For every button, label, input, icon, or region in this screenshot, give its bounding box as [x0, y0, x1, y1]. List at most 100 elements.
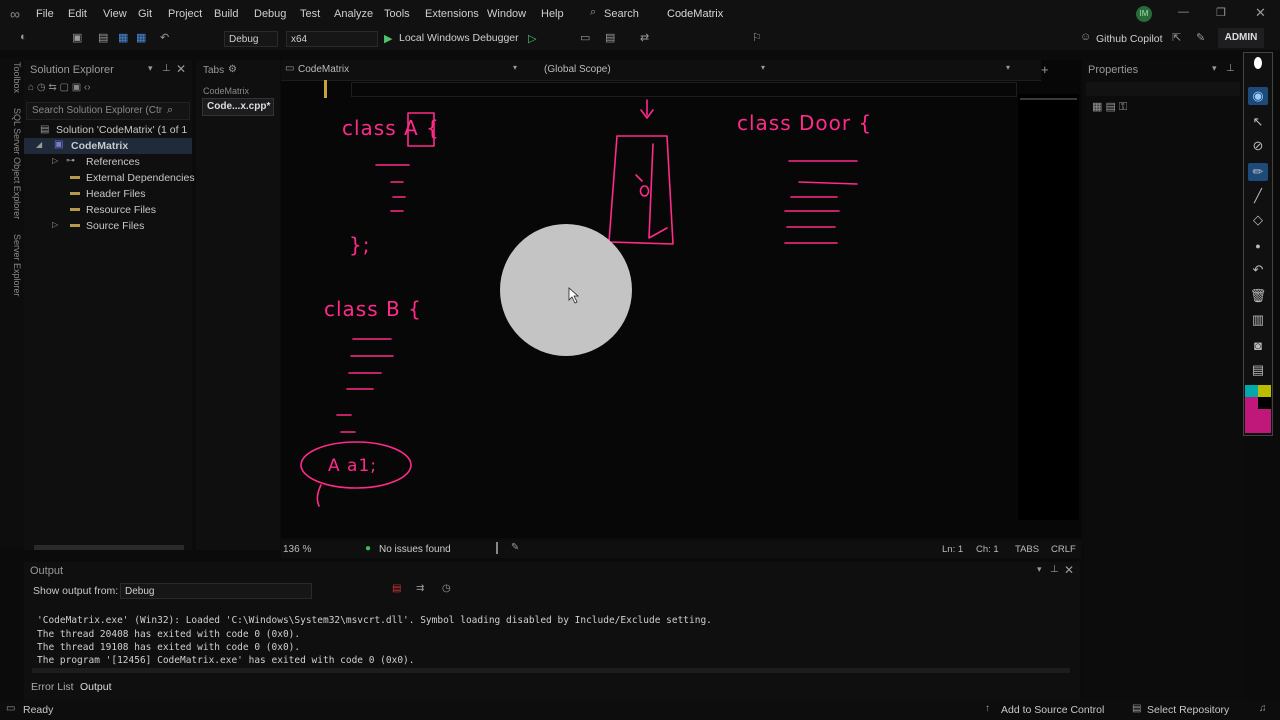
restore-icon[interactable]: ❐ — [1216, 6, 1226, 19]
toolbar-icon[interactable]: ⇄ — [640, 31, 649, 44]
share-icon[interactable]: ⇱ — [1172, 31, 1181, 44]
solution-search-box[interactable]: Search Solution Explorer (Ctr ⌕ — [26, 102, 190, 120]
dropdown-icon[interactable]: ▾ — [1212, 63, 1217, 74]
tree-item-resource-files[interactable]: Resource Files — [86, 204, 156, 216]
run-icon[interactable]: ▶ — [384, 32, 392, 45]
bell-icon[interactable]: ♫ — [1259, 703, 1267, 714]
feedback-icon[interactable]: ✎ — [1196, 31, 1205, 44]
toolbox-tab[interactable]: Toolbox — [2, 62, 22, 106]
copilot-button[interactable]: Github Copilot — [1096, 33, 1163, 45]
minimize-icon[interactable]: — — [1178, 6, 1189, 18]
start-without-debug-icon[interactable]: ▷ — [528, 32, 536, 45]
toolbar-icon[interactable]: ▤ — [605, 31, 615, 44]
run-button[interactable]: Local Windows Debugger — [399, 32, 519, 44]
camera-icon[interactable]: ◙ — [1248, 337, 1268, 355]
pen-tip-icon[interactable]: ⬮ — [1248, 55, 1268, 73]
line-icon[interactable]: ╱ — [1248, 187, 1268, 205]
vertical-scrollbar[interactable] — [1018, 94, 1079, 520]
expand-icon[interactable]: ◢ — [36, 140, 42, 149]
menu-extensions[interactable]: Extensions — [425, 8, 479, 20]
select-arrow-icon[interactable]: ↖ — [1248, 113, 1268, 131]
line-indicator[interactable]: Ln: 1 — [942, 544, 963, 555]
menu-search[interactable]: Search — [604, 8, 639, 20]
home-icon[interactable]: ⌂ ◷ ⇆ ▢ ▣ ‹› — [28, 82, 91, 93]
menu-project[interactable]: Project — [168, 8, 202, 20]
menu-build[interactable]: Build — [214, 8, 238, 20]
tab-codematrix-cpp[interactable]: Code...x.cpp* — [202, 98, 274, 116]
tabs-indicator[interactable]: TABS — [1015, 544, 1039, 555]
color-swatch-cyan[interactable] — [1245, 385, 1258, 397]
menu-test[interactable]: Test — [300, 8, 320, 20]
color-swatch-yellow[interactable] — [1258, 385, 1271, 397]
pin-icon[interactable]: ⊥ — [1050, 564, 1059, 575]
close-panel-icon[interactable]: ✕ — [1064, 563, 1074, 577]
issues-status[interactable]: No issues found — [379, 544, 451, 555]
trash-icon[interactable]: 🗑 — [1248, 287, 1268, 305]
collapse-icon[interactable]: ▷ — [52, 220, 58, 229]
no-entry-icon[interactable]: ⊘ — [1248, 137, 1268, 155]
horizontal-scrollbar[interactable] — [34, 545, 184, 550]
select-repository[interactable]: Select Repository — [1147, 704, 1229, 716]
clear-output-icon[interactable]: ▤ — [392, 583, 401, 594]
menu-tools[interactable]: Tools — [384, 8, 410, 20]
menu-help[interactable]: Help — [541, 8, 564, 20]
close-icon[interactable]: ✕ — [1255, 5, 1266, 21]
close-panel-icon[interactable]: ✕ — [176, 62, 186, 76]
tab-output[interactable]: Output — [80, 681, 112, 693]
output-source-select[interactable]: Debug — [120, 583, 312, 599]
code-editor[interactable]: ▭ CodeMatrix ▾ (Global Scope) ▾ ▾ + clas… — [281, 60, 1081, 538]
dropdown-icon[interactable]: ▾ — [1037, 564, 1042, 575]
new-item-icon[interactable]: ▣ — [72, 31, 82, 44]
word-wrap-icon[interactable]: ⇉ — [416, 583, 424, 594]
col-indicator[interactable]: Ch: 1 — [976, 544, 999, 555]
pen-icon[interactable]: ✏ — [1248, 163, 1268, 181]
color-swatch-black[interactable] — [1258, 397, 1271, 409]
categorized-icon[interactable]: ▦ ▤ ⚿ — [1092, 100, 1127, 114]
clipboard-icon[interactable]: ▤ — [1248, 361, 1268, 379]
bookmark-icon[interactable]: ⚐ — [752, 31, 762, 44]
tree-item-header-files[interactable]: Header Files — [86, 188, 146, 200]
zoom-level[interactable]: 136 % — [283, 544, 311, 555]
avatar[interactable]: IM — [1136, 6, 1152, 22]
server-explorer-tab[interactable]: Server Explorer — [2, 234, 22, 304]
eol-indicator[interactable]: CRLF — [1051, 544, 1076, 555]
undo-icon[interactable]: ↶ — [160, 31, 169, 44]
brush-icon[interactable]: ✎ — [511, 542, 519, 553]
open-icon[interactable]: ▤ — [98, 31, 108, 44]
sql-explorer-tab[interactable]: SQL Server Object Explorer — [2, 108, 22, 228]
pin-icon[interactable]: ⊥ — [162, 63, 171, 74]
menu-git[interactable]: Git — [138, 8, 152, 20]
pin-icon[interactable]: ⊥ — [1226, 63, 1235, 74]
scroll-thumb[interactable] — [1020, 98, 1077, 100]
color-swatch-magenta[interactable] — [1245, 397, 1258, 409]
tree-item-source-files[interactable]: Source Files — [86, 220, 144, 232]
tab-error-list[interactable]: Error List — [31, 681, 74, 693]
add-source-control[interactable]: Add to Source Control — [1001, 704, 1104, 716]
eraser-icon[interactable]: ◇ — [1248, 211, 1268, 229]
save-all-icon[interactable]: ▦ — [136, 31, 146, 44]
menu-file[interactable]: File — [36, 8, 54, 20]
output-hscroll[interactable] — [32, 668, 1070, 673]
eye-icon[interactable]: ◉ — [1248, 87, 1268, 105]
solution-node[interactable]: Solution 'CodeMatrix' (1 of 1 p — [56, 124, 190, 136]
collapse-icon[interactable]: ▷ — [52, 156, 58, 165]
menu-window[interactable]: Window — [487, 8, 526, 20]
back-icon[interactable]: ◐ — [20, 31, 27, 43]
properties-object-combo[interactable] — [1086, 82, 1240, 96]
dot-icon[interactable]: ● — [1248, 237, 1268, 255]
platform-select[interactable]: x64 — [286, 31, 378, 47]
tree-item-references[interactable]: References — [86, 156, 140, 168]
split-add-icon[interactable]: + — [1041, 62, 1049, 77]
menu-edit[interactable]: Edit — [68, 8, 87, 20]
board-icon[interactable]: ▥ — [1248, 311, 1268, 329]
toolbar-icon[interactable]: ▭ — [580, 31, 590, 44]
solution-search-input[interactable]: Search Solution Explorer (Ctr — [32, 105, 162, 116]
menu-analyze[interactable]: Analyze — [334, 8, 373, 20]
save-icon[interactable]: ▦ — [118, 31, 128, 44]
gear-icon[interactable]: ⚙ — [228, 64, 237, 75]
project-node[interactable]: CodeMatrix — [71, 140, 128, 152]
config-select[interactable]: Debug — [224, 31, 278, 47]
tree-item-external-dependencies[interactable]: External Dependencies — [86, 172, 195, 184]
undo-icon[interactable]: ↶ — [1248, 261, 1268, 279]
clock-icon[interactable]: ◷ — [442, 583, 451, 594]
